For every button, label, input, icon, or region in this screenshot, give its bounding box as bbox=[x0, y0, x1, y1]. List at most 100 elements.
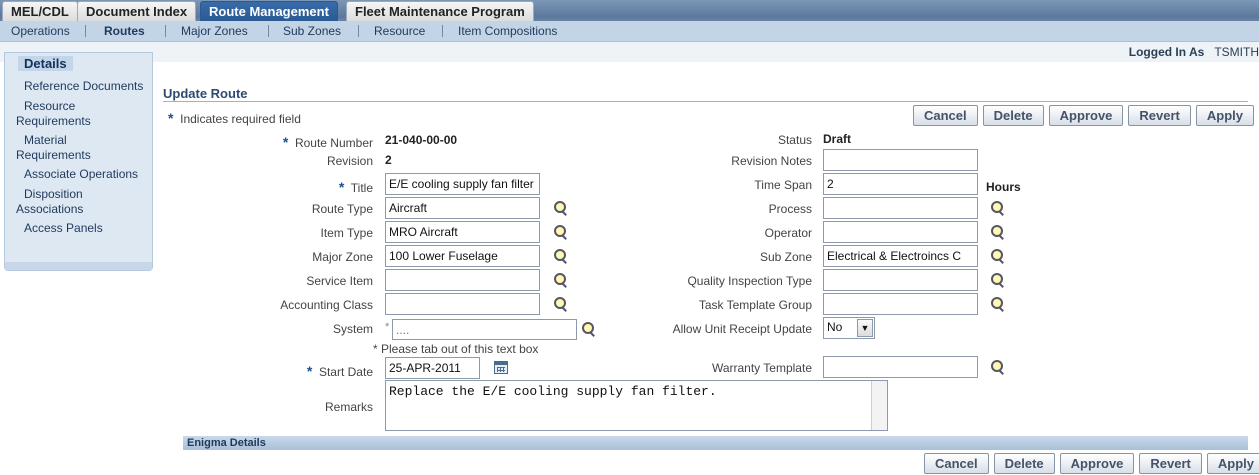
delete-button[interactable]: Delete bbox=[982, 105, 1044, 126]
logged-in-info: Logged In As TSMITH bbox=[1129, 45, 1259, 59]
chevron-down-icon[interactable]: ▼ bbox=[857, 319, 873, 337]
magnifier-icon[interactable] bbox=[991, 360, 1005, 374]
system-input[interactable] bbox=[392, 319, 577, 340]
magnifier-icon[interactable] bbox=[554, 273, 568, 287]
sidebar-item-disposition-associations[interactable]: Disposition bbox=[24, 187, 83, 202]
sidebar-footer bbox=[5, 262, 152, 270]
time-span-input[interactable] bbox=[823, 173, 978, 195]
allow-unit-receipt-update-value: No bbox=[827, 320, 843, 334]
route-number-label: * Route Number bbox=[282, 134, 373, 150]
title-label: * Title bbox=[338, 179, 373, 195]
logged-in-user: TSMITH bbox=[1214, 45, 1259, 59]
sidebar-item-material-requirements[interactable]: Material bbox=[24, 133, 67, 148]
allow-unit-receipt-update-select[interactable]: No ▼ bbox=[823, 317, 875, 339]
operator-input[interactable] bbox=[823, 221, 978, 243]
revision-notes-input[interactable] bbox=[823, 149, 978, 171]
service-item-label: Service Item bbox=[306, 274, 373, 288]
route-type-label: Route Type bbox=[311, 202, 373, 216]
magnifier-icon[interactable] bbox=[554, 249, 568, 263]
magnifier-icon[interactable] bbox=[991, 273, 1005, 287]
subnav-sub-zones[interactable]: Sub Zones bbox=[283, 24, 341, 38]
time-span-unit: Hours bbox=[986, 180, 1021, 194]
start-date-input[interactable] bbox=[385, 357, 480, 379]
subnav-separator bbox=[85, 25, 86, 37]
service-item-input[interactable] bbox=[385, 269, 540, 291]
cancel-button[interactable]: Cancel bbox=[924, 453, 989, 474]
allow-unit-receipt-update-label: Allow Unit Receipt Update bbox=[672, 322, 812, 336]
magnifier-icon[interactable] bbox=[554, 225, 568, 239]
apply-button[interactable]: Apply bbox=[1195, 105, 1254, 126]
title-divider bbox=[163, 101, 1248, 102]
sub-zone-label: Sub Zone bbox=[759, 250, 812, 264]
bottom-button-row: Cancel Delete Approve Revert Apply bbox=[924, 453, 1259, 474]
major-zone-label: Major Zone bbox=[312, 250, 373, 264]
magnifier-icon[interactable] bbox=[991, 249, 1005, 263]
sub-navigation: Operations Routes Major Zones Sub Zones … bbox=[0, 21, 1259, 42]
subnav-separator bbox=[358, 25, 359, 37]
sidebar-item-associate-operations[interactable]: Associate Operations bbox=[24, 167, 138, 182]
subnav-major-zones[interactable]: Major Zones bbox=[181, 24, 248, 38]
revision-value: 2 bbox=[385, 153, 392, 167]
revert-button[interactable]: Revert bbox=[1139, 453, 1202, 474]
magnifier-icon[interactable] bbox=[554, 201, 568, 215]
top-button-row: Cancel Delete Approve Revert Apply bbox=[913, 105, 1254, 126]
sidebar-item-resource-requirements-line2[interactable]: Requirements bbox=[16, 114, 91, 129]
sidebar-item-access-panels[interactable]: Access Panels bbox=[24, 221, 103, 236]
required-star: * bbox=[282, 134, 289, 150]
magnifier-icon[interactable] bbox=[991, 297, 1005, 311]
subnav-separator bbox=[268, 25, 269, 37]
magnifier-icon[interactable] bbox=[991, 225, 1005, 239]
top-tab-bar: MEL/CDL Document Index Route Management … bbox=[0, 0, 1259, 21]
tab-document-index[interactable]: Document Index bbox=[77, 1, 197, 21]
start-date-label: * Start Date bbox=[306, 363, 373, 379]
process-label: Process bbox=[768, 202, 812, 216]
enigma-details-header: Enigma Details bbox=[183, 436, 1248, 450]
subnav-operations[interactable]: Operations bbox=[11, 24, 70, 38]
revert-button[interactable]: Revert bbox=[1128, 105, 1191, 126]
calendar-icon[interactable] bbox=[494, 361, 508, 374]
apply-button[interactable]: Apply bbox=[1206, 453, 1259, 474]
status-label: Status bbox=[777, 133, 812, 147]
delete-button[interactable]: Delete bbox=[993, 453, 1055, 474]
sidebar-item-reference-documents[interactable]: Reference Documents bbox=[24, 79, 143, 94]
subnav-resource[interactable]: Resource bbox=[374, 24, 425, 38]
tab-route-management[interactable]: Route Management bbox=[200, 1, 338, 21]
approve-button[interactable]: Approve bbox=[1059, 453, 1135, 474]
sidebar-item-material-requirements-line2[interactable]: Requirements bbox=[16, 148, 91, 163]
magnifier-icon[interactable] bbox=[554, 297, 568, 311]
revision-label: Revision bbox=[326, 154, 373, 168]
status-value: Draft bbox=[823, 132, 852, 146]
remarks-textarea[interactable]: Replace the E/E cooling supply fan filte… bbox=[385, 380, 888, 431]
sidebar-item-disposition-associations-line2[interactable]: Associations bbox=[16, 202, 83, 217]
route-type-input[interactable] bbox=[385, 197, 540, 219]
tab-mel-cdl[interactable]: MEL/CDL bbox=[2, 1, 78, 21]
item-type-input[interactable] bbox=[385, 221, 540, 243]
process-input[interactable] bbox=[823, 197, 978, 219]
task-template-group-label: Task Template Group bbox=[698, 298, 812, 312]
cancel-button[interactable]: Cancel bbox=[913, 105, 978, 126]
page-title: Update Route bbox=[163, 86, 248, 101]
quality-inspection-type-input[interactable] bbox=[823, 269, 978, 291]
approve-button[interactable]: Approve bbox=[1048, 105, 1124, 126]
operator-label: Operator bbox=[764, 226, 812, 240]
magnifier-icon[interactable] bbox=[991, 201, 1005, 215]
user-band bbox=[0, 42, 1259, 62]
required-note: * Indicates required field bbox=[168, 110, 301, 126]
title-input[interactable] bbox=[385, 173, 540, 195]
sub-zone-input[interactable] bbox=[823, 245, 978, 267]
time-span-label: Time Span bbox=[754, 178, 812, 192]
logged-in-label: Logged In As bbox=[1128, 45, 1205, 59]
sidebar-item-resource-requirements[interactable]: Resource bbox=[24, 99, 75, 114]
tab-fleet-maintenance-program[interactable]: Fleet Maintenance Program bbox=[346, 1, 534, 21]
magnifier-icon[interactable] bbox=[582, 322, 596, 336]
subnav-item-compositions[interactable]: Item Compositions bbox=[458, 24, 557, 38]
required-star: * bbox=[306, 363, 313, 379]
system-label: System bbox=[332, 322, 373, 336]
subnav-routes[interactable]: Routes bbox=[104, 24, 145, 38]
task-template-group-input[interactable] bbox=[823, 293, 978, 315]
warranty-template-input[interactable] bbox=[823, 356, 978, 378]
accounting-class-input[interactable] bbox=[385, 293, 540, 315]
major-zone-input[interactable] bbox=[385, 245, 540, 267]
remarks-scrollbar[interactable] bbox=[871, 381, 887, 430]
sidebar-item-details[interactable]: Details bbox=[18, 56, 73, 71]
